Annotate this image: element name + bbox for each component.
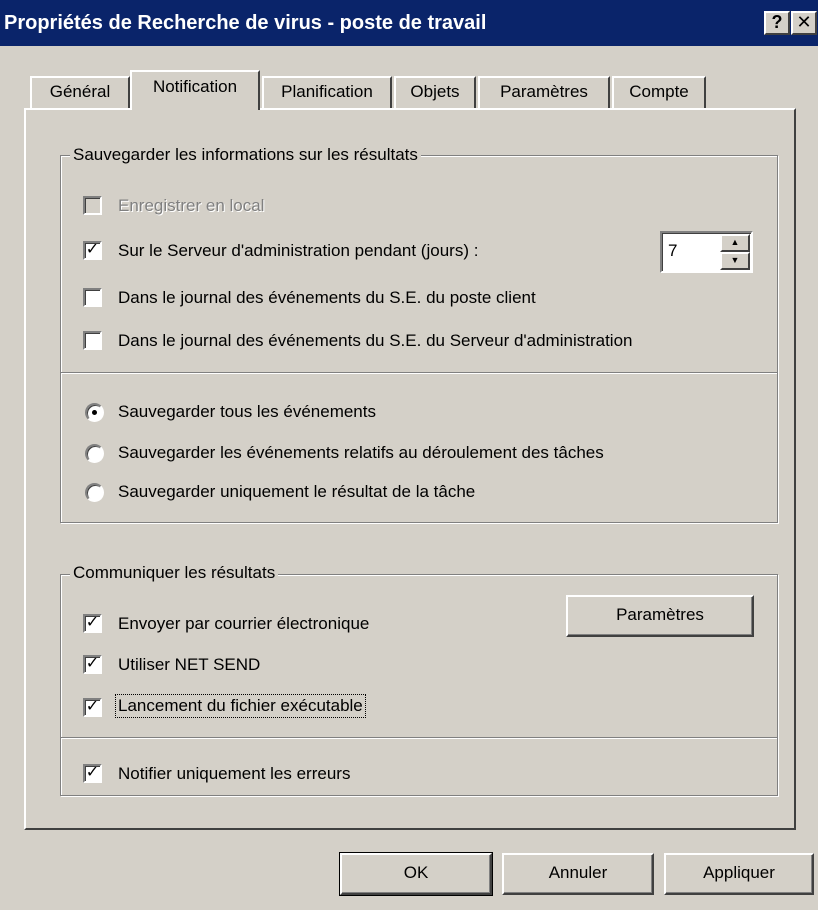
client-eventlog-label: Dans le journal des événements du S.E. d… (118, 288, 536, 307)
apply-button[interactable]: Appliquer (664, 853, 814, 895)
server-eventlog-checkbox[interactable] (83, 331, 102, 350)
window-title: Propriétés de Recherche de virus - poste… (4, 12, 487, 34)
ok-button[interactable]: OK (339, 852, 493, 896)
radio-task-events[interactable] (85, 444, 104, 463)
executable-checkbox[interactable]: ✓ (83, 698, 102, 717)
days-value: 7 (668, 241, 678, 260)
close-button[interactable]: ✕ (791, 11, 817, 35)
admin-server-checkbox[interactable]: ✓ (83, 241, 102, 260)
radio-task-result-label: Sauvegarder uniquement le résultat de la… (118, 482, 476, 501)
local-save-checkbox[interactable] (83, 196, 102, 215)
local-save-label: Enregistrer en local (118, 196, 265, 215)
errors-only-checkbox[interactable]: ✓ (83, 764, 102, 783)
help-button[interactable]: ? (764, 11, 790, 35)
days-spinbox[interactable]: 7 ▲ ▼ (660, 231, 753, 273)
parameters-button[interactable]: Paramètres (566, 595, 754, 637)
tab-notification[interactable]: Notification (130, 70, 260, 110)
tab-general[interactable]: Général (30, 76, 130, 108)
save-group-title: Sauvegarder les informations sur les rés… (70, 145, 421, 165)
server-eventlog-label: Dans le journal des événements du S.E. d… (118, 331, 633, 350)
radio-task-result[interactable] (85, 483, 104, 502)
cancel-button[interactable]: Annuler (502, 853, 654, 895)
client-eventlog-checkbox[interactable] (83, 288, 102, 307)
radio-task-events-label: Sauvegarder les événements relatifs au d… (118, 443, 604, 462)
net-send-checkbox[interactable]: ✓ (83, 655, 102, 674)
radio-all-events[interactable] (85, 403, 104, 422)
group2-divider (61, 737, 777, 739)
email-checkbox[interactable]: ✓ (83, 614, 102, 633)
executable-label: Lancement du fichier exécutable (115, 694, 366, 718)
tab-compte[interactable]: Compte (612, 76, 706, 108)
group-divider (61, 372, 777, 374)
tab-objets[interactable]: Objets (394, 76, 476, 108)
notify-group-title: Communiquer les résultats (70, 563, 279, 583)
tab-parametres[interactable]: Paramètres (478, 76, 610, 108)
tab-planification[interactable]: Planification (262, 76, 392, 108)
net-send-label: Utiliser NET SEND (118, 655, 261, 674)
errors-only-label: Notifier uniquement les erreurs (118, 764, 351, 783)
spin-down-icon[interactable]: ▼ (720, 252, 750, 270)
radio-all-events-label: Sauvegarder tous les événements (118, 402, 376, 421)
admin-server-label: Sur le Serveur d'administration pendant … (118, 241, 479, 260)
title-bar: Propriétés de Recherche de virus - poste… (0, 0, 818, 46)
email-label: Envoyer par courrier électronique (118, 614, 370, 633)
spin-up-icon[interactable]: ▲ (720, 234, 750, 252)
